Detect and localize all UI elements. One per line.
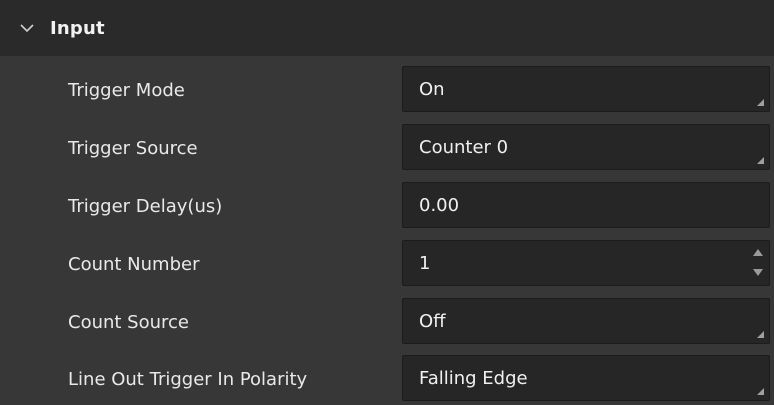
count-source-dropdown[interactable]: Off	[402, 298, 770, 344]
count-number-spinbox[interactable]: 1	[402, 240, 770, 286]
dropdown-corner-icon	[757, 331, 764, 338]
trigger-source-value: Counter 0	[419, 136, 509, 158]
dropdown-corner-icon	[757, 157, 764, 164]
trigger-delay-input[interactable]: 0.00	[402, 182, 770, 228]
spin-down-arrow-icon[interactable]	[753, 269, 763, 276]
property-label: Trigger Source	[68, 137, 198, 159]
trigger-mode-value: On	[419, 78, 445, 100]
property-label: Trigger Delay(us)	[68, 195, 223, 217]
dropdown-corner-icon	[757, 388, 764, 395]
line-out-trigger-in-polarity-value: Falling Edge	[419, 367, 528, 389]
section-header-input[interactable]: Input	[0, 0, 774, 56]
trigger-mode-dropdown[interactable]: On	[402, 66, 770, 112]
property-row-count-number: Count Number 1	[0, 235, 774, 293]
property-row-trigger-source: Trigger Source Counter 0	[0, 119, 774, 177]
property-label: Trigger Mode	[68, 79, 185, 101]
properties-panel: Input Trigger Mode On Trigger Source Cou…	[0, 0, 774, 405]
property-label: Count Source	[68, 311, 189, 333]
count-source-value: Off	[419, 310, 446, 332]
trigger-source-dropdown[interactable]: Counter 0	[402, 124, 770, 170]
count-number-value: 1	[419, 252, 431, 274]
line-out-trigger-in-polarity-dropdown[interactable]: Falling Edge	[402, 355, 770, 401]
property-row-count-source: Count Source Off	[0, 293, 774, 351]
section-title: Input	[50, 17, 105, 39]
property-row-trigger-mode: Trigger Mode On	[0, 61, 774, 119]
trigger-delay-value: 0.00	[419, 194, 460, 216]
dropdown-corner-icon	[757, 99, 764, 106]
property-row-trigger-delay: Trigger Delay(us) 0.00	[0, 177, 774, 235]
chevron-down-icon[interactable]	[18, 19, 36, 37]
property-row-line-out-trigger-in-polarity: Line Out Trigger In Polarity Falling Edg…	[0, 350, 774, 405]
property-label: Count Number	[68, 253, 200, 275]
property-label: Line Out Trigger In Polarity	[68, 368, 308, 390]
spin-up-arrow-icon[interactable]	[753, 249, 763, 256]
